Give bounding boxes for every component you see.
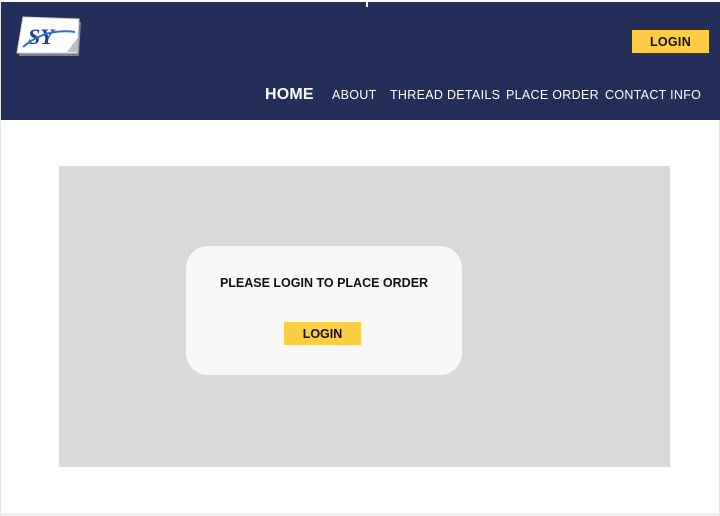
nav-item-about[interactable]: ABOUT <box>332 82 377 108</box>
site-header: SY LOGIN HOME ABOUT THREAD DETAILS PLACE… <box>1 0 720 120</box>
login-prompt-card: PLEASE LOGIN TO PLACE ORDER LOGIN <box>186 246 462 375</box>
card-login-button[interactable]: LOGIN <box>284 322 361 345</box>
page: SY LOGIN HOME ABOUT THREAD DETAILS PLACE… <box>0 0 720 516</box>
nav-item-thread-details[interactable]: THREAD DETAILS <box>390 82 500 108</box>
sy-logo-icon[interactable]: SY <box>15 16 83 60</box>
nav-item-contact-info[interactable]: CONTACT INFO <box>605 82 701 108</box>
main-nav: HOME ABOUT THREAD DETAILS PLACE ORDER CO… <box>1 82 720 108</box>
nav-item-home[interactable]: HOME <box>265 82 314 108</box>
header-login-button[interactable]: LOGIN <box>632 30 709 53</box>
top-tick <box>366 2 368 7</box>
login-prompt-message: PLEASE LOGIN TO PLACE ORDER <box>219 276 429 290</box>
svg-text:SY: SY <box>28 24 56 49</box>
nav-item-place-order[interactable]: PLACE ORDER <box>506 82 599 108</box>
